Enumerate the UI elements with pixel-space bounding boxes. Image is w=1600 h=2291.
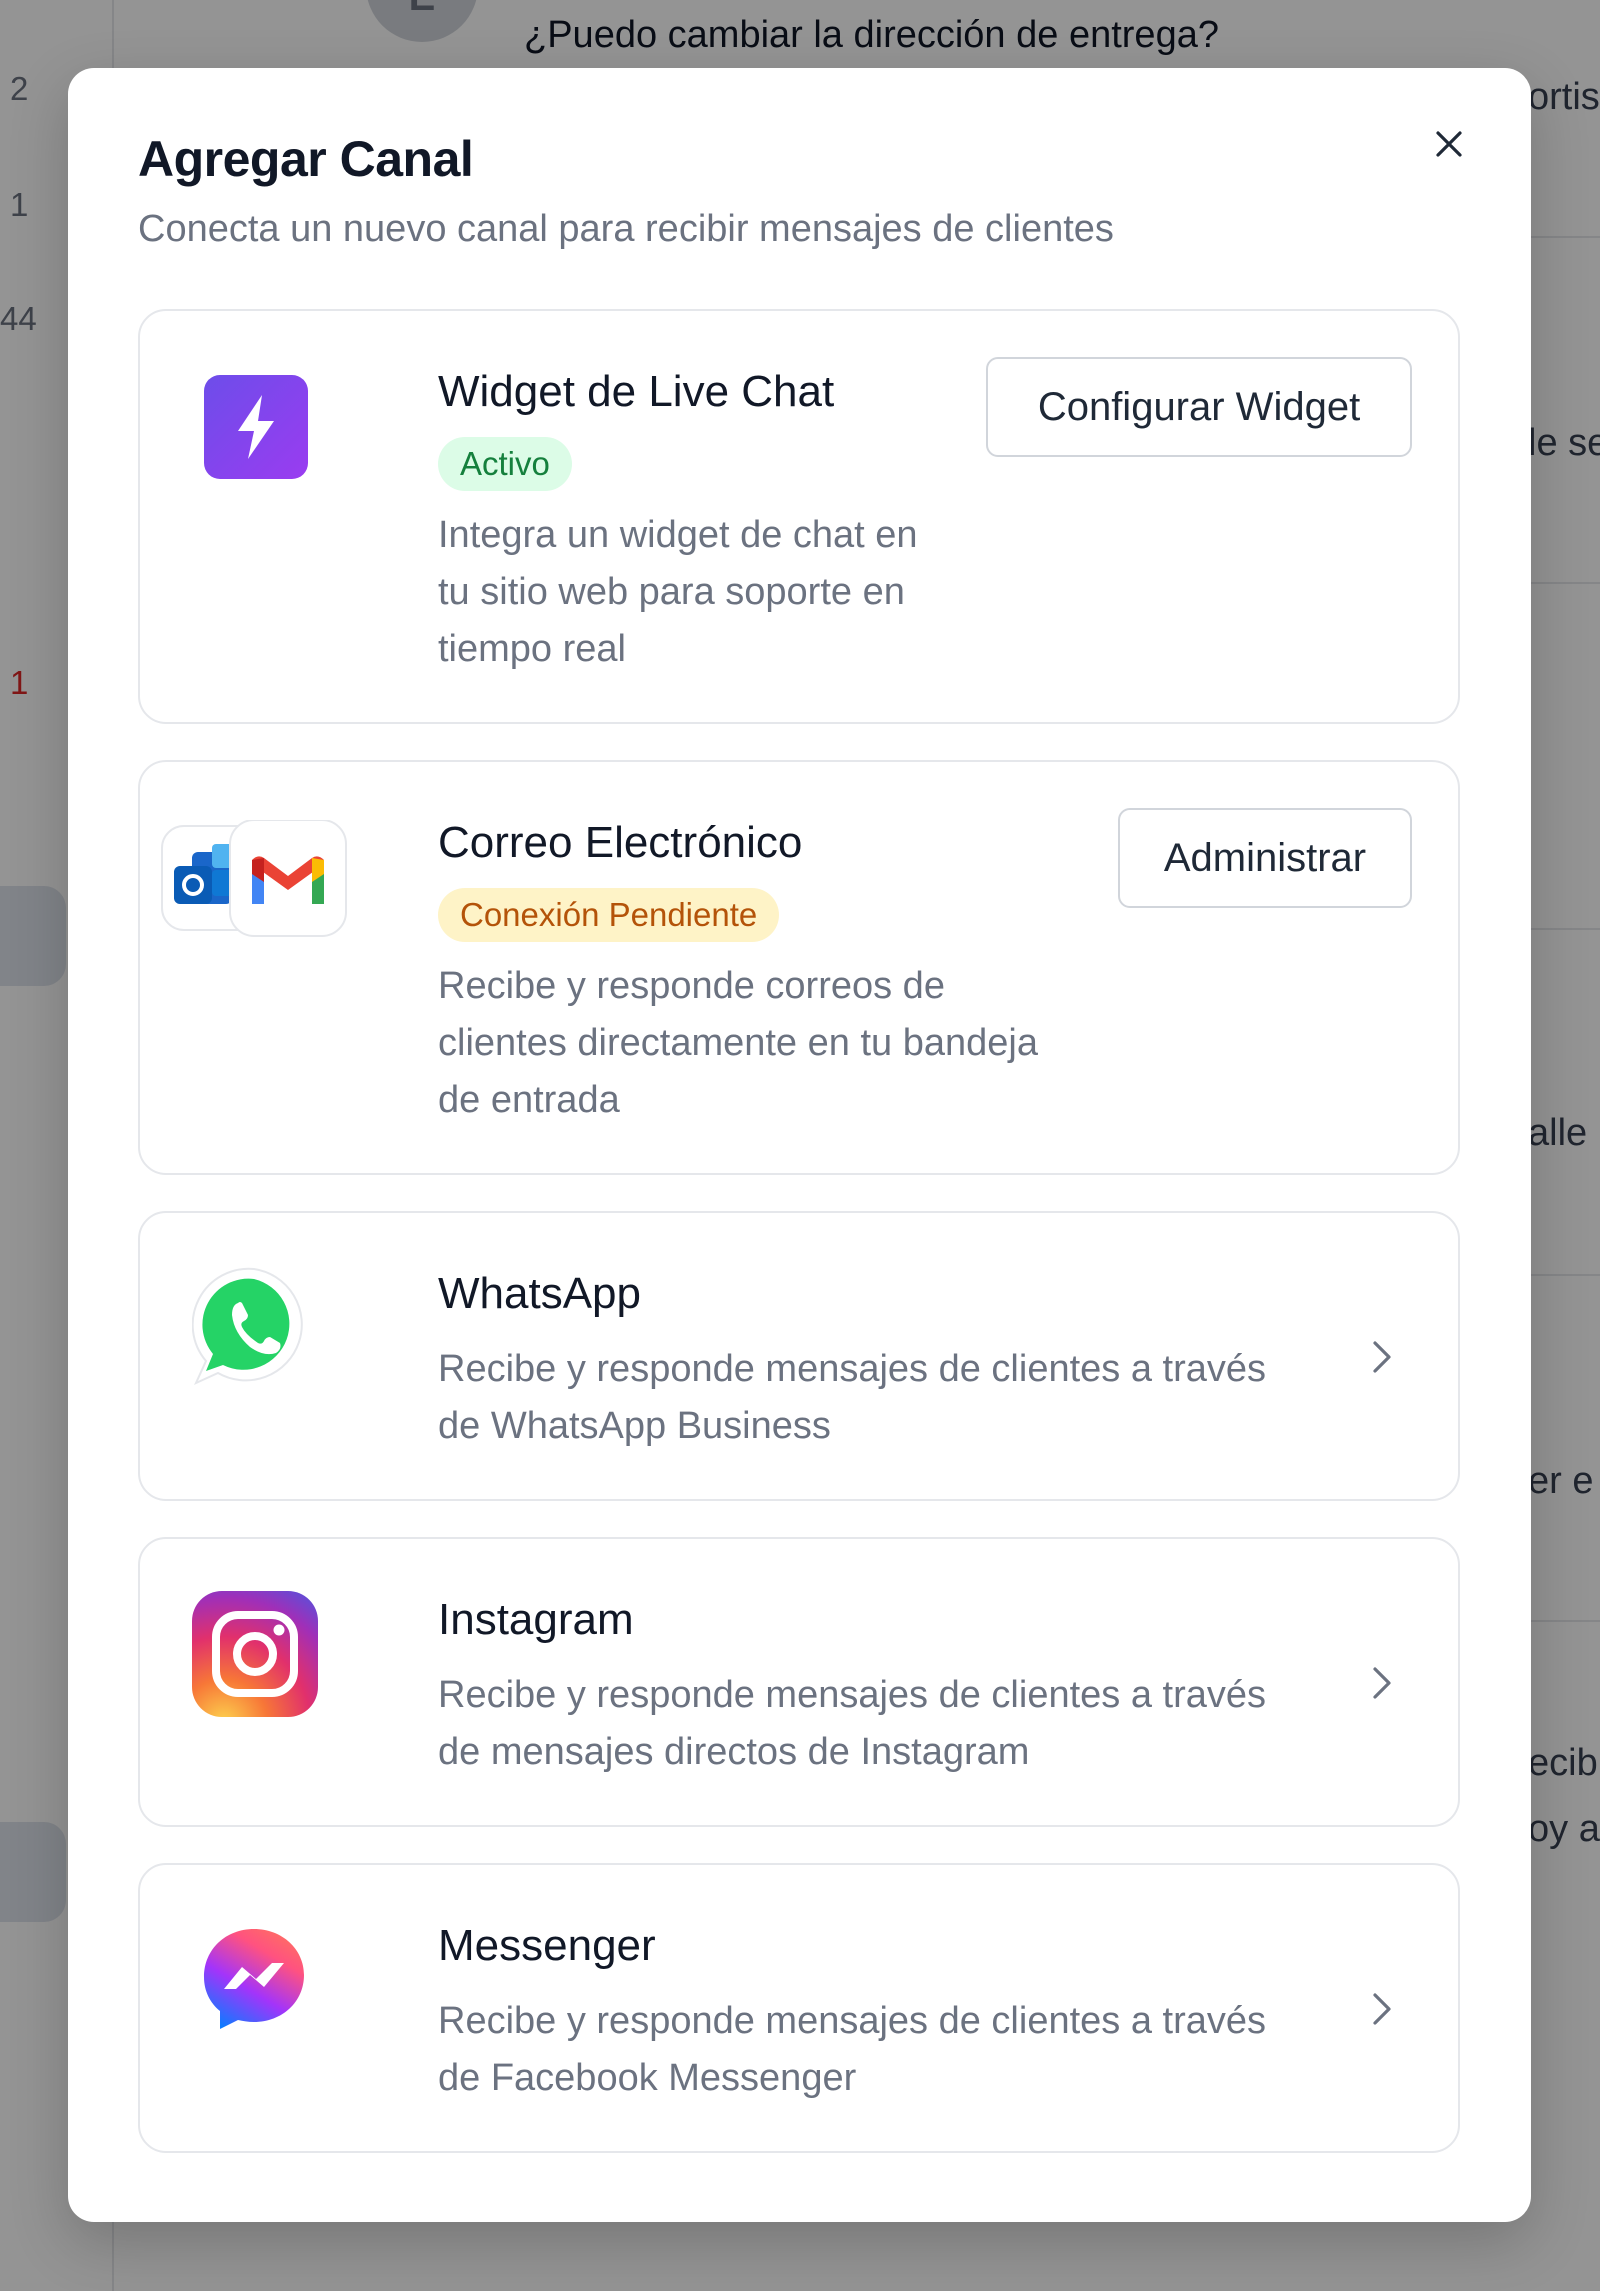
chevron-right-icon [1373,1341,1391,1373]
channel-card-whatsapp[interactable]: WhatsApp Recibe y responde mensajes de c… [138,1211,1460,1501]
channel-description: Integra un widget de chat en tu sitio we… [438,507,918,678]
description-line: Recibe y responde mensajes de clientes a… [438,2000,1267,2042]
close-icon [1436,131,1462,157]
status-badge: Activo [438,437,572,491]
description-line: de mensajes directos de Instagram [438,1731,1030,1773]
status-badge: Conexión Pendiente [438,888,780,942]
description-line: Recibe y responde correos de [438,965,945,1007]
channel-name: WhatsApp [438,1269,641,1318]
channel-card-live-chat: Widget de Live Chat Activo Integra un wi… [138,309,1460,724]
manage-email-button[interactable]: Administrar [1118,808,1412,908]
chevron-right-icon [1373,1993,1391,2025]
channel-name: Instagram [438,1595,634,1644]
description-line: de entrada [438,1079,620,1121]
channel-name: Messenger [438,1921,656,1970]
channel-description: Recibe y responde mensajes de clientes a… [438,1993,1266,2107]
description-line: Integra un widget de chat en [438,514,918,556]
channel-card-messenger[interactable]: Messenger Recibe y responde mensajes de … [138,1863,1460,2153]
close-button[interactable] [1417,112,1481,176]
description-line: tiempo real [438,628,626,670]
modal-subtitle: Conecta un nuevo canal para recibir mens… [138,208,1114,250]
channel-name: Correo Electrónico [438,818,803,867]
add-channel-modal: Agregar Canal Conecta un nuevo canal par… [68,68,1531,2222]
description-line: clientes directamente en tu bandeja [438,1022,1038,1064]
description-line: de WhatsApp Business [438,1405,831,1447]
lightning-icon [204,375,308,484]
description-line: de Facebook Messenger [438,2057,857,2099]
channel-name: Widget de Live Chat [438,367,835,416]
channel-card-instagram[interactable]: Instagram Recibe y responde mensajes de … [138,1537,1460,1827]
modal-title: Agregar Canal [138,131,474,187]
instagram-icon [192,1591,318,1722]
channel-description: Recibe y responde correos de clientes di… [438,958,1038,1129]
description-line: Recibe y responde mensajes de clientes a… [438,1348,1267,1390]
chevron-right-icon [1373,1667,1391,1699]
channel-card-email: Correo Electrónico Conexión Pendiente Re… [138,760,1460,1175]
channel-description: Recibe y responde mensajes de clientes a… [438,1341,1266,1455]
whatsapp-icon [191,1265,316,1394]
description-line: Recibe y responde mensajes de clientes a… [438,1674,1267,1716]
configure-widget-button[interactable]: Configurar Widget [986,357,1412,457]
channel-description: Recibe y responde mensajes de clientes a… [438,1667,1266,1781]
gmail-outlook-icon [160,819,350,945]
messenger-icon [200,1925,308,2038]
description-line: tu sitio web para soporte en [438,571,905,613]
